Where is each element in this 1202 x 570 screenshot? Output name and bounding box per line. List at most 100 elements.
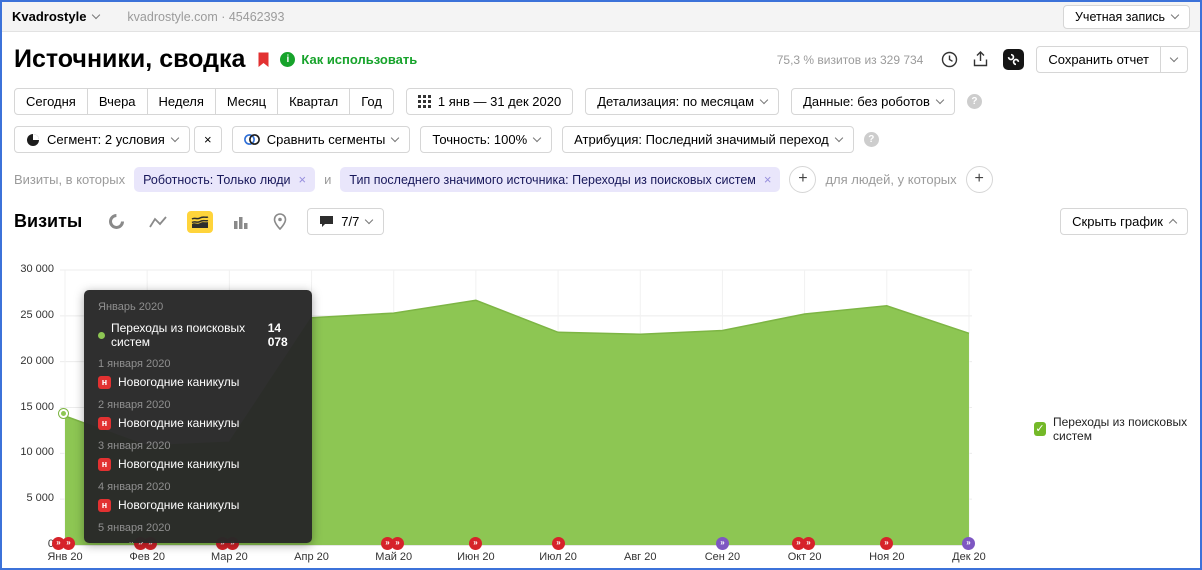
period-presets: СегодняВчераНеделяМесяцКварталГод: [14, 88, 394, 115]
holiday-icon: н: [98, 499, 111, 512]
y-axis-tick: 25 000: [2, 309, 54, 321]
help-icon[interactable]: ?: [967, 94, 982, 109]
preset-button-4[interactable]: Месяц: [215, 88, 278, 115]
event-date: 4 января 2020: [98, 481, 298, 494]
x-axis-tick: Фев 20: [115, 551, 179, 563]
save-report-label: Сохранить отчет: [1048, 52, 1149, 67]
attribution-dropdown[interactable]: Атрибуция: Последний значимый переход: [562, 126, 854, 153]
x-axis-tick: Ноя 20: [855, 551, 919, 563]
account-button[interactable]: Учетная запись: [1063, 5, 1190, 29]
help-icon[interactable]: ?: [864, 132, 879, 147]
column-chart-icon: [233, 215, 249, 229]
legend-label: Переходы из поисковых систем: [1053, 415, 1202, 443]
area-chart-icon: [191, 215, 209, 229]
preset-button-6[interactable]: Год: [349, 88, 394, 115]
calendar-event-badge[interactable]: »: [62, 537, 75, 550]
add-people-condition-button[interactable]: +: [966, 166, 993, 193]
chart-section-title: Визиты: [14, 211, 82, 232]
segment-dropdown[interactable]: Сегмент: 2 условия: [14, 126, 190, 153]
x-axis-tick: Дек 20: [937, 551, 1001, 563]
preset-button-3[interactable]: Неделя: [147, 88, 216, 115]
calendar-event-badge[interactable]: »: [802, 537, 815, 550]
widgets-button[interactable]: [1001, 47, 1026, 72]
counter-meta: kvadrostyle.com · 45462393: [127, 10, 284, 24]
detalization-dropdown[interactable]: Детализация: по месяцам: [585, 88, 779, 115]
comment-bubble-icon: [319, 215, 334, 228]
counter-selector[interactable]: Kvadrostyle: [12, 9, 99, 24]
series-color-dot: [98, 332, 105, 339]
export-button[interactable]: [970, 49, 991, 70]
filter-chip-robots[interactable]: Роботность: Только люди ×: [134, 167, 315, 192]
data-filter-dropdown[interactable]: Данные: без роботов: [791, 88, 955, 115]
date-range-button[interactable]: 1 янв — 31 дек 2020: [406, 88, 573, 115]
tooltip-event: 1 января 2020 нНовогодние каникулы: [98, 358, 298, 390]
calendar-event-badge[interactable]: »: [469, 537, 482, 550]
chart-tooltip: Январь 2020 Переходы из поисковых систем…: [84, 290, 312, 543]
preset-button-5[interactable]: Квартал: [277, 88, 350, 115]
calendar-event-badge[interactable]: »: [962, 537, 975, 550]
chart-type-columns-button[interactable]: [229, 211, 253, 233]
line-chart-icon: [149, 215, 167, 229]
calendar-event-badge[interactable]: »: [552, 537, 565, 550]
chart-type-map-button[interactable]: [269, 209, 291, 234]
accuracy-label: Точность: 100%: [432, 132, 527, 147]
remove-chip-icon[interactable]: ×: [299, 172, 307, 187]
chart-header: Визиты 7/7 Скрыть график: [2, 193, 1200, 235]
chart-type-donut-button[interactable]: [104, 209, 129, 234]
compare-segments-icon: [244, 133, 260, 146]
calendar-event-badge[interactable]: »: [391, 537, 404, 550]
x-axis-tick: Июн 20: [444, 551, 508, 563]
tooltip-event: 4 января 2020 н Новогодние каникулы: [98, 481, 298, 513]
holiday-icon: н: [98, 376, 111, 389]
preset-button-2[interactable]: Вчера: [87, 88, 148, 115]
y-axis-tick: 20 000: [2, 355, 54, 367]
event-title: Новогодние каникулы: [118, 497, 239, 513]
chevron-up-icon: [1169, 219, 1177, 227]
calendar-grid-icon: [418, 95, 431, 108]
event-date: 5 января 2020: [98, 522, 298, 535]
date-range-label: 1 янв — 31 дек 2020: [438, 94, 561, 109]
compare-segments-dropdown[interactable]: Сравнить сегменты: [232, 126, 411, 153]
segment-clear-button[interactable]: ×: [194, 126, 222, 153]
donut-chart-icon: [108, 213, 125, 230]
event-date: 2 января 2020: [98, 399, 298, 412]
save-report-button[interactable]: Сохранить отчет: [1036, 46, 1161, 73]
comments-dropdown[interactable]: 7/7: [307, 208, 384, 235]
chevron-down-icon: [533, 134, 541, 142]
page-title: Источники, сводка: [14, 45, 245, 74]
calendar-event-badge[interactable]: »: [716, 537, 729, 550]
calendar-event-badge[interactable]: »: [880, 537, 893, 550]
hide-chart-button[interactable]: Скрыть график: [1060, 208, 1188, 235]
legend-checkbox[interactable]: ✓: [1034, 422, 1046, 436]
event-title: Новогодние каникулы: [118, 456, 239, 472]
hide-chart-label: Скрыть график: [1072, 214, 1163, 229]
save-report-caret-button[interactable]: [1160, 46, 1188, 73]
add-visit-condition-button[interactable]: +: [789, 166, 816, 193]
chevron-down-icon: [760, 96, 768, 104]
chart-type-area-button[interactable]: [187, 211, 213, 233]
remove-chip-icon[interactable]: ×: [764, 172, 772, 187]
x-axis-tick: Авг 20: [608, 551, 672, 563]
segment-row: Сегмент: 2 условия × Сравнить сегменты Т…: [2, 117, 1200, 153]
export-icon: [972, 51, 989, 68]
accuracy-dropdown[interactable]: Точность: 100%: [420, 126, 552, 153]
filter-chip-source-type[interactable]: Тип последнего значимого источника: Пере…: [340, 167, 780, 192]
people-filter-label: для людей, у которых: [825, 172, 956, 187]
chart-type-line-button[interactable]: [145, 211, 171, 233]
tooltip-series-value: 14 078: [268, 321, 298, 349]
legend-item[interactable]: ✓ Переходы из поисковых систем: [1034, 415, 1202, 443]
how-to-use-link[interactable]: i Как использовать: [280, 52, 417, 67]
bookmark-icon[interactable]: [257, 52, 270, 68]
history-button[interactable]: [939, 49, 960, 70]
x-axis-tick: Окт 20: [773, 551, 837, 563]
filter-chip-label: Роботность: Только люди: [143, 173, 290, 187]
info-icon: i: [280, 52, 295, 67]
top-bar: Kvadrostyle kvadrostyle.com · 45462393 У…: [2, 2, 1200, 32]
tooltip-more: ... ещё 4: [98, 540, 298, 543]
preset-button-1[interactable]: Сегодня: [14, 88, 88, 115]
holiday-icon: н: [98, 417, 111, 430]
tooltip-event: 3 января 2020 нНовогодние каникулы: [98, 440, 298, 472]
app-window: Kvadrostyle kvadrostyle.com · 45462393 У…: [0, 0, 1202, 570]
chevron-down-icon: [1170, 54, 1178, 62]
data-filter-label: Данные: без роботов: [803, 94, 930, 109]
